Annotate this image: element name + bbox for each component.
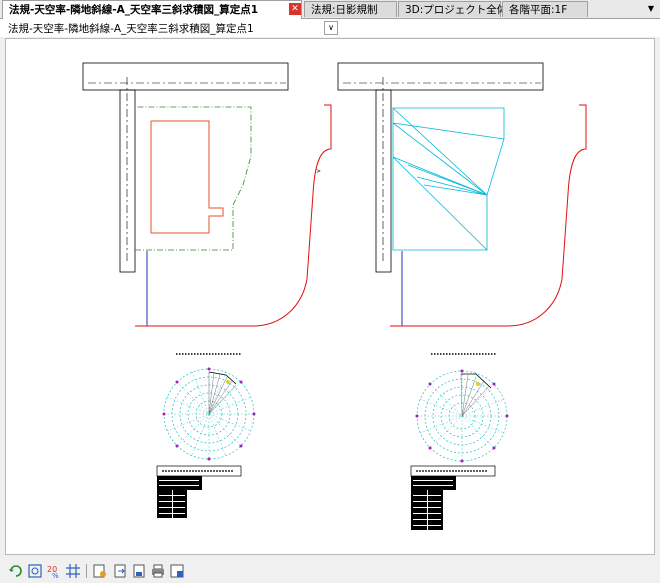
tab-sky-factor-drawing[interactable]: 法規-天空率-隣地斜線-A_天空率三斜求積図_算定点1 <box>2 0 302 19</box>
print-icon[interactable] <box>150 563 166 579</box>
svg-text:%: % <box>52 572 59 579</box>
zoom-scale-icon[interactable]: 20% <box>46 563 62 579</box>
tab-label: 法規-天空率-隣地斜線-A_天空率三斜求積図_算定点1 <box>9 4 259 16</box>
right-calc-table <box>410 465 496 530</box>
left-sky-circle <box>162 353 256 461</box>
bottom-toolbar: 20% <box>0 560 660 583</box>
tab-label: 3D:プロジェクト全体 <box>405 4 508 16</box>
setback-line <box>135 106 252 251</box>
close-icon[interactable]: ✕ <box>289 3 301 15</box>
road-rect <box>82 62 289 91</box>
refresh-icon[interactable] <box>8 563 24 579</box>
access-path <box>375 89 392 273</box>
svg-text:>: > <box>316 168 321 175</box>
tab-bar: 法規-天空率-隣地斜線-A_天空率三斜求積図_算定点1 ✕ 法規:日影規制 3D… <box>0 0 660 19</box>
view-selector-bar: 法規-天空率-隣地斜線-A_天空率三斜求積図_算定点1 ∨ <box>0 19 660 37</box>
triangle-down-icon[interactable]: ▼ <box>646 3 656 15</box>
building-outline <box>150 120 224 234</box>
tab-label: 各階平面:1F <box>509 4 568 16</box>
tab-3d-project[interactable]: 3D:プロジェクト全体 <box>398 1 507 17</box>
drawing-svg: > <box>82 62 587 530</box>
access-path <box>119 89 136 273</box>
drawing-canvas[interactable]: > <box>5 38 655 555</box>
right-sky-circle <box>415 353 509 463</box>
left-site-plan: > <box>82 62 332 327</box>
tab-floor-plan-1f[interactable]: 各階平面:1F <box>502 1 588 17</box>
export-icon[interactable] <box>112 563 128 579</box>
grid-icon[interactable] <box>65 563 81 579</box>
sky-triangles <box>392 107 505 251</box>
left-calc-table <box>156 465 242 518</box>
tab-label: 法規:日影規制 <box>311 4 378 16</box>
view-selector-value[interactable]: 法規-天空率-隣地斜線-A_天空率三斜求積図_算定点1 <box>8 21 254 36</box>
boundary-red <box>390 104 587 327</box>
right-site-plan <box>337 62 587 327</box>
chevron-down-icon[interactable]: ∨ <box>324 21 338 35</box>
page-settings-icon[interactable] <box>92 563 108 579</box>
layout-icon[interactable] <box>169 563 185 579</box>
toolbar-separator <box>86 564 87 578</box>
tab-shadow-regulation[interactable]: 法規:日影規制 <box>304 1 397 17</box>
zoom-fit-icon[interactable] <box>27 563 43 579</box>
save-icon[interactable] <box>131 563 147 579</box>
road-rect <box>337 62 544 91</box>
